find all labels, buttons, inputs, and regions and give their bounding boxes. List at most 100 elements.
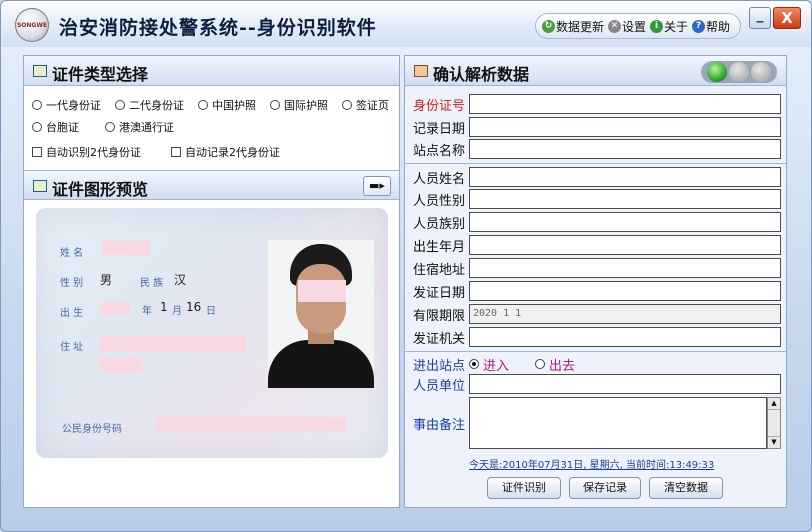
right-panel: 确认解析数据 身份证号 记录日期 站点名称 人员姓名 人员性别 人员族别 出生年… bbox=[404, 55, 787, 508]
remark-scrollbar[interactable]: ▲ ▼ bbox=[767, 397, 781, 449]
unit-row: 人员单位 bbox=[413, 374, 781, 394]
field-input-issue-date[interactable] bbox=[469, 281, 781, 301]
radio-type-4[interactable] bbox=[270, 100, 280, 110]
field-label-issue-date: 发证日期 bbox=[413, 285, 466, 301]
address-mask-1 bbox=[100, 336, 246, 352]
inout-label: 进出站点 bbox=[413, 358, 466, 374]
radio-out[interactable] bbox=[535, 359, 546, 369]
radio-type-6[interactable] bbox=[32, 122, 42, 132]
radio-type-5[interactable] bbox=[342, 100, 352, 110]
field-input-record-date[interactable] bbox=[469, 117, 781, 137]
auto-record-checkbox[interactable] bbox=[171, 147, 181, 157]
auto-options-row: 自动识别2代身份证 自动记录2代身份证 bbox=[32, 144, 280, 160]
inout-row: 进出站点 进入 出去 bbox=[413, 354, 575, 374]
field-input-valid-period[interactable]: 2020 1 1 bbox=[469, 304, 781, 324]
radio-out-label: 出去 bbox=[549, 358, 576, 374]
grid-icon bbox=[33, 65, 47, 77]
radio-type-7[interactable] bbox=[105, 122, 115, 132]
remark-label: 事由备注 bbox=[413, 417, 466, 433]
status-light-green bbox=[707, 62, 727, 82]
field-input-idno[interactable] bbox=[469, 94, 781, 114]
status-light-2 bbox=[729, 62, 749, 82]
id-card-preview: 姓 名 性 别 男 民 族 汉 出 生 年 1 月 16 日 住 址 公民身份号… bbox=[36, 208, 388, 458]
scroll-down-icon[interactable]: ▼ bbox=[768, 436, 780, 448]
type-select-header: 证件类型选择 bbox=[24, 56, 399, 86]
photo-body bbox=[268, 340, 374, 388]
field-row-name: 人员姓名 bbox=[413, 167, 781, 187]
card-nation-value: 汉 bbox=[174, 273, 187, 287]
birth-year-mask bbox=[100, 302, 130, 315]
type-label-3: 中国护照 bbox=[212, 99, 256, 112]
card-name-label: 姓 名 bbox=[60, 248, 84, 259]
minimize-button[interactable]: _ bbox=[749, 7, 771, 29]
doc-type-radio-row-2: 台胞证 港澳通行证 bbox=[32, 119, 174, 135]
radio-type-3[interactable] bbox=[198, 100, 208, 110]
card-birth-month: 1 bbox=[160, 300, 168, 314]
field-input-birth[interactable] bbox=[469, 235, 781, 255]
type-label-4: 国际护照 bbox=[284, 99, 328, 112]
field-label-address: 住宿地址 bbox=[413, 262, 466, 278]
field-row-idno: 身份证号 bbox=[413, 94, 781, 114]
field-label-authority: 发证机关 bbox=[413, 331, 466, 347]
radio-type-1[interactable] bbox=[32, 100, 42, 110]
preview-title: 证件图形预览 bbox=[52, 180, 149, 199]
type-label-2: 二代身份证 bbox=[129, 99, 184, 112]
help-icon: ? bbox=[692, 19, 706, 33]
refresh-icon: ↻ bbox=[542, 19, 555, 33]
remark-textarea[interactable] bbox=[469, 397, 767, 449]
card-month-label: 月 bbox=[172, 306, 182, 317]
type-label-5: 签证页 bbox=[356, 99, 389, 112]
field-input-address[interactable] bbox=[469, 258, 781, 278]
field-input-name[interactable] bbox=[469, 167, 781, 187]
field-input-sex[interactable] bbox=[469, 189, 781, 209]
clear-data-button[interactable]: 清空数据 bbox=[649, 477, 723, 499]
remark-row: 事由备注 ▲ ▼ bbox=[413, 397, 781, 449]
field-input-authority[interactable] bbox=[469, 327, 781, 347]
type-select-title: 证件类型选择 bbox=[52, 65, 149, 84]
field-input-ethnicity[interactable] bbox=[469, 212, 781, 232]
settings-label: 设置 bbox=[622, 19, 647, 34]
unit-input[interactable] bbox=[469, 374, 781, 394]
datetime-status: 今天是:2010年07月31日, 星期六, 当前时间:13:49:33 bbox=[469, 460, 715, 471]
card-sex-value: 男 bbox=[100, 273, 113, 287]
photo-eye-mask bbox=[298, 280, 346, 302]
field-row-ethnicity: 人员族别 bbox=[413, 212, 781, 232]
card-address-label: 住 址 bbox=[60, 342, 84, 353]
type-label-1: 一代身份证 bbox=[46, 99, 101, 112]
save-record-button[interactable]: 保存记录 bbox=[569, 477, 641, 499]
scroll-up-icon[interactable]: ▲ bbox=[768, 398, 780, 410]
status-light-3 bbox=[751, 62, 771, 82]
field-label-ethnicity: 人员族别 bbox=[413, 216, 466, 232]
help-button[interactable]: ? 帮助 bbox=[692, 18, 730, 35]
auto-record-label: 自动记录2代身份证 bbox=[185, 146, 280, 159]
field-input-site-name[interactable] bbox=[469, 139, 781, 159]
field-row-sex: 人员性别 bbox=[413, 189, 781, 209]
divider-1 bbox=[405, 163, 786, 164]
update-data-label: 数据更新 bbox=[556, 19, 605, 34]
help-label: 帮助 bbox=[706, 19, 731, 34]
recognize-button[interactable]: 证件识别 bbox=[487, 477, 561, 499]
card-nation-label: 民 族 bbox=[140, 278, 164, 289]
radio-type-2[interactable] bbox=[115, 100, 125, 110]
app-logo: SONGWE bbox=[15, 8, 49, 42]
field-row-birth: 出生年月 bbox=[413, 235, 781, 255]
close-button[interactable]: X bbox=[773, 7, 801, 29]
field-row-address: 住宿地址 bbox=[413, 258, 781, 278]
radio-in[interactable] bbox=[469, 359, 479, 369]
open-folder-button[interactable]: ▬▸ bbox=[363, 176, 391, 196]
doc-type-radio-row-1: 一代身份证 二代身份证 中国护照 国际护照 签证页 bbox=[32, 97, 389, 113]
field-label-record-date: 记录日期 bbox=[413, 121, 466, 137]
name-mask bbox=[102, 240, 150, 255]
preview-icon bbox=[33, 180, 47, 192]
settings-button[interactable]: ✕ 设置 bbox=[608, 18, 646, 35]
update-data-button[interactable]: ↻ 数据更新 bbox=[542, 18, 604, 35]
top-toolbar: ↻ 数据更新 ✕ 设置 i 关于 ? 帮助 bbox=[535, 13, 741, 39]
about-button[interactable]: i 关于 bbox=[650, 18, 688, 35]
field-label-sex: 人员性别 bbox=[413, 193, 466, 209]
auto-recognize-label: 自动识别2代身份证 bbox=[46, 146, 141, 159]
card-birth-day: 16 bbox=[186, 300, 202, 314]
auto-recognize-checkbox[interactable] bbox=[32, 147, 42, 157]
info-icon: i bbox=[650, 19, 664, 33]
parse-data-title: 确认解析数据 bbox=[433, 65, 530, 84]
type-label-6: 台胞证 bbox=[46, 121, 79, 134]
